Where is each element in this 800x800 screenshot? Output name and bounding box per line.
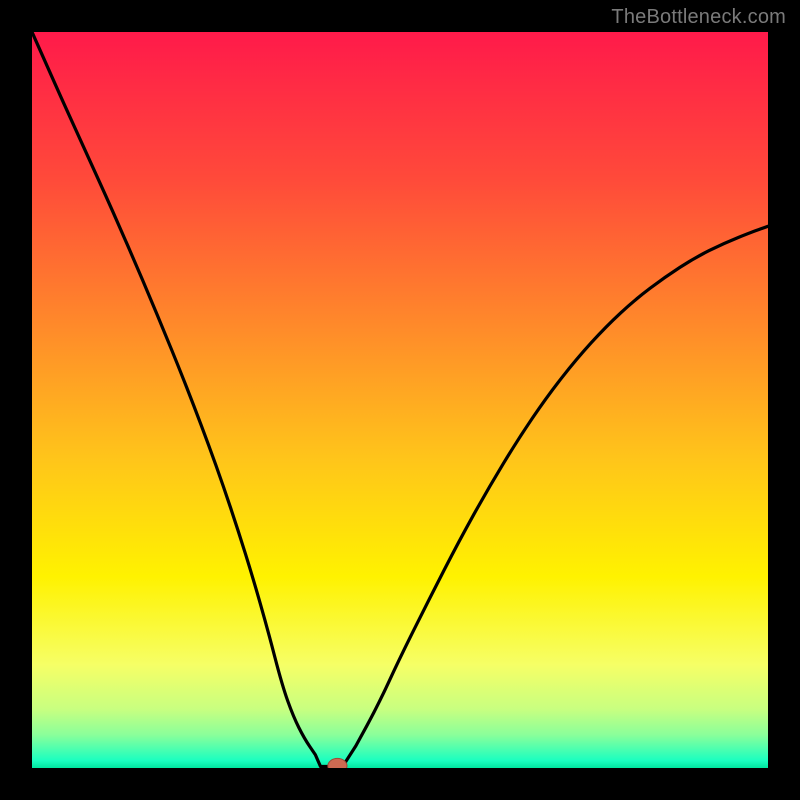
plot-area	[32, 32, 768, 768]
outer-frame: TheBottleneck.com	[0, 0, 800, 800]
watermark-text: TheBottleneck.com	[611, 6, 786, 29]
bottleneck-chart	[32, 32, 768, 768]
